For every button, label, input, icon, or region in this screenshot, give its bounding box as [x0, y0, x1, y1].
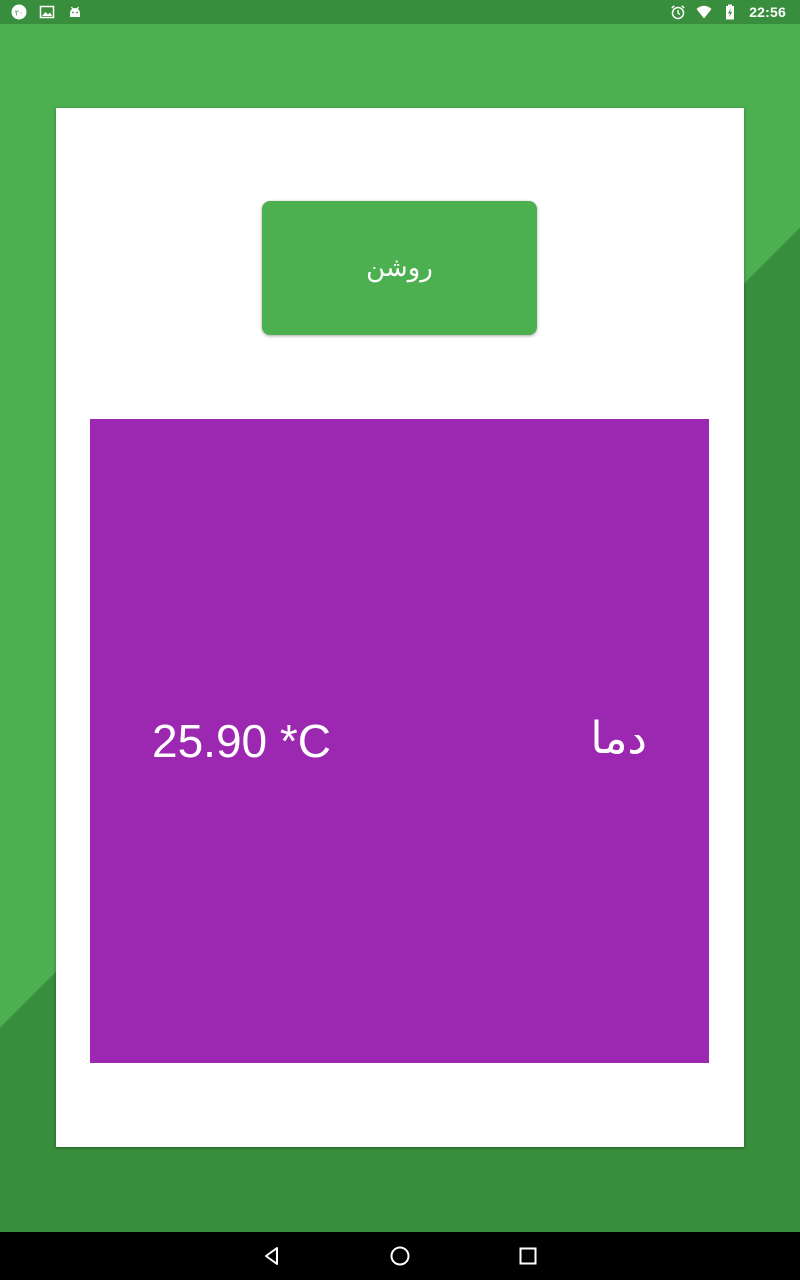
- image-icon: [38, 3, 56, 21]
- wifi-icon: [695, 3, 713, 21]
- status-left-icons: ۲۰: [10, 3, 84, 21]
- back-icon[interactable]: [260, 1244, 284, 1268]
- temperature-label: دما: [590, 713, 647, 764]
- badge-text: ۲۰: [15, 9, 24, 18]
- main-card: روشن 25.90 *C دما: [56, 108, 744, 1147]
- alarm-icon: [669, 3, 687, 21]
- navigation-bar: [0, 1232, 800, 1280]
- status-right-icons: 22:56: [669, 3, 786, 21]
- battery-charging-icon: [721, 3, 739, 21]
- status-bar: ۲۰ 22:56: [0, 0, 800, 24]
- turn-on-button[interactable]: روشن: [262, 201, 537, 335]
- recents-icon[interactable]: [516, 1244, 540, 1268]
- temperature-value: 25.90 *C: [152, 715, 332, 767]
- notification-badge-icon: ۲۰: [10, 3, 28, 21]
- home-icon[interactable]: [388, 1244, 412, 1268]
- status-clock: 22:56: [749, 4, 786, 20]
- android-icon: [66, 3, 84, 21]
- temperature-panel: 25.90 *C دما: [90, 419, 709, 1063]
